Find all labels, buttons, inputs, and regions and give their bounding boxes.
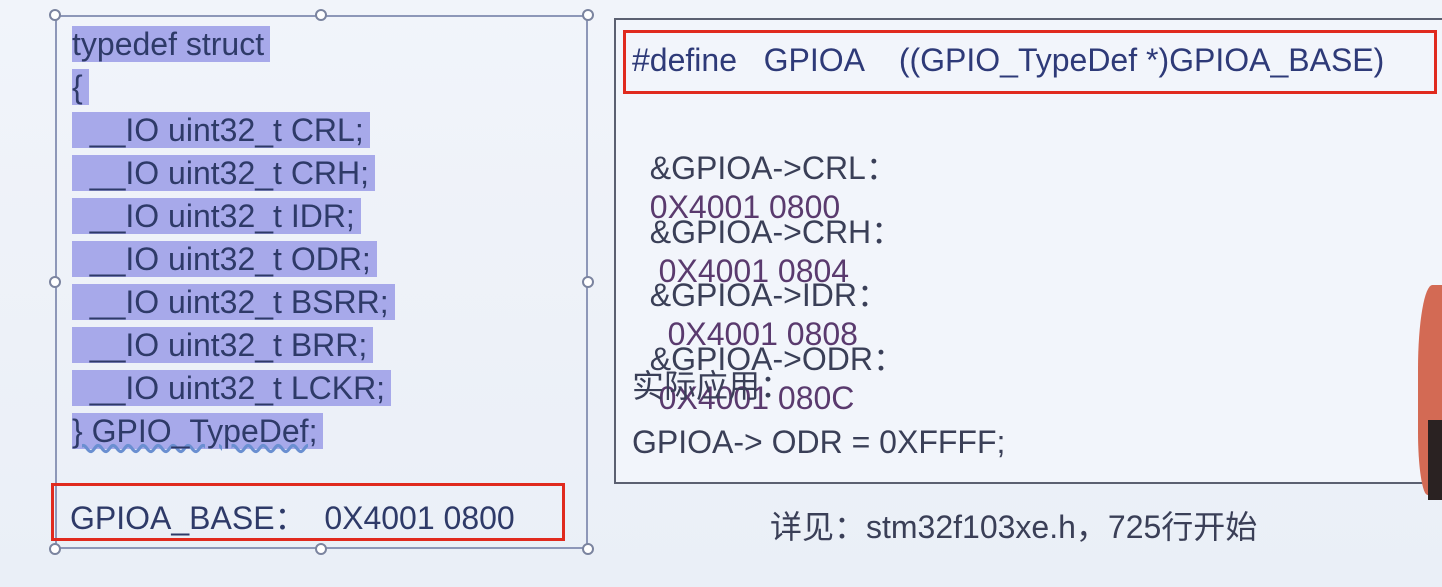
resize-handle-top-left[interactable] [49,9,61,21]
code-line: typedef struct [72,26,271,62]
text-box-selection[interactable] [55,15,588,549]
define-line: #define GPIOA ((GPIO_TypeDef *)GPIOA_BAS… [632,42,1385,78]
code-line: __IO uint32_t CRH; [72,155,376,191]
resize-handle-bottom-left[interactable] [49,543,61,555]
code-line: __IO uint32_t BRR; [72,327,374,363]
resize-handle-bottom-middle[interactable] [315,543,327,555]
code-line: __IO uint32_t BSRR; [72,284,395,320]
code-line: __IO uint32_t CRL; [72,112,370,148]
code-line: } GPIO_TypeDef; [72,413,324,449]
code-line: __IO uint32_t IDR; [72,198,361,234]
code-line: __IO uint32_t LCKR; [72,370,392,406]
presenter-hair [1428,420,1442,500]
resize-handle-top-right[interactable] [582,9,594,21]
usage-code: GPIOA-> ODR = 0XFFFF; [632,424,1006,460]
source-reference-caption: 详见：stm32f103xe.h，725行开始 [770,509,1258,545]
code-line: __IO uint32_t ODR; [72,241,377,277]
resize-handle-middle-left[interactable] [49,276,61,288]
resize-handle-middle-right[interactable] [582,276,594,288]
resize-handle-top-middle[interactable] [315,9,327,21]
code-line: { [72,69,89,105]
usage-label: 实际应用： [632,368,793,404]
resize-handle-bottom-right[interactable] [582,543,594,555]
gpioa-base-address: GPIOA_BASE： 0X4001 0800 [70,500,515,536]
